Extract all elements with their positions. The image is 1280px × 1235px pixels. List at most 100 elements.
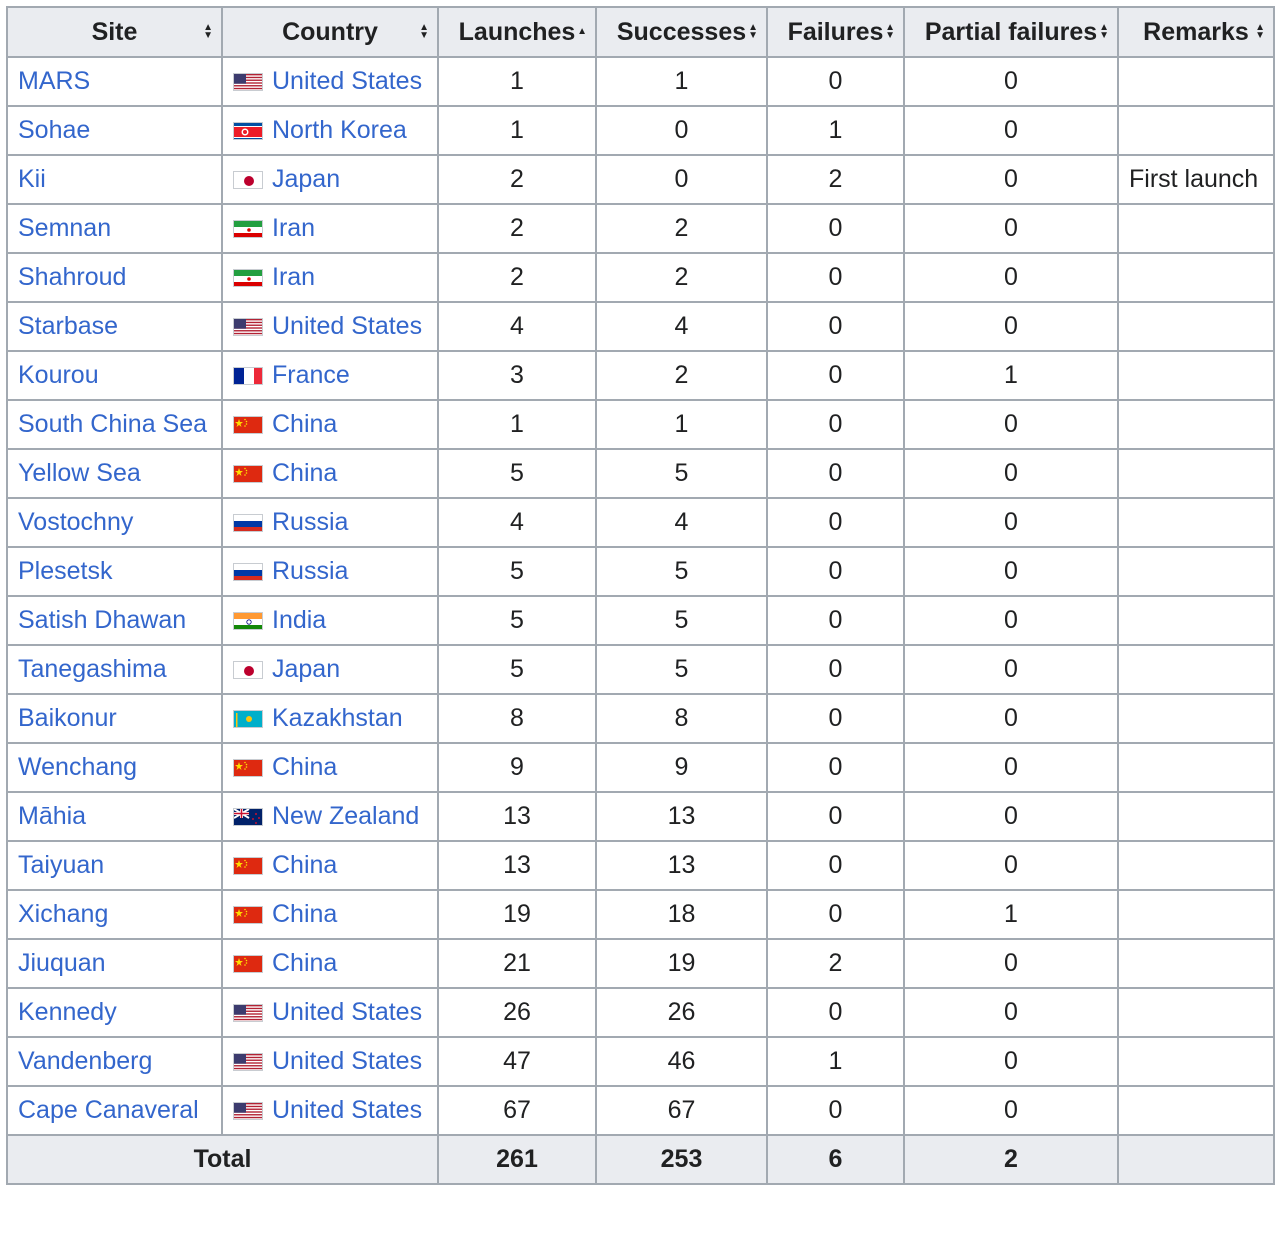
site-link[interactable]: Shahroud [18,263,126,291]
remarks-cell [1117,1036,1275,1087]
country-link[interactable]: North Korea [272,116,407,144]
country-link[interactable]: Russia [272,557,348,585]
country-link[interactable]: Japan [272,165,340,193]
partial-failures-cell: 0 [903,742,1119,793]
sort-icon[interactable]: ▲ ▼ [203,23,213,41]
site-link[interactable]: Baikonur [18,704,117,732]
site-link[interactable]: Xichang [18,900,108,928]
launches-cell: 1 [437,399,597,450]
site-link[interactable]: Kii [18,165,46,193]
successes-cell: 67 [595,1085,768,1136]
launches-cell: 1 [437,105,597,156]
successes-cell: 26 [595,987,768,1038]
country-link[interactable]: Japan [272,655,340,683]
column-header-partial-failures[interactable]: Partial failures ▲ ▼ [903,6,1119,58]
failures-cell: 0 [766,448,905,499]
sort-icon[interactable]: ▲ ▼ [748,23,758,41]
column-header-site[interactable]: Site ▲ ▼ [6,6,223,58]
partial-failures-cell: 1 [903,350,1119,401]
site-link[interactable]: Starbase [18,312,118,340]
successes-cell: 2 [595,252,768,303]
site-link[interactable]: Yellow Sea [18,459,141,487]
header-label: Launches [458,17,576,46]
remarks-cell [1117,938,1275,989]
site-link[interactable]: Māhia [18,802,86,830]
country-cell: United States [221,1085,439,1136]
launches-cell: 26 [437,987,597,1038]
country-link[interactable]: Russia [272,508,348,536]
country-link[interactable]: China [272,949,337,977]
table-row: Cape Canaveral United States 67 67 0 0 [6,1085,1275,1136]
country-link[interactable]: China [272,753,337,781]
country-cell: New Zealand [221,791,439,842]
header-label: Country [282,17,378,46]
table-row: Wenchang China 9 9 0 0 [6,742,1275,793]
site-link[interactable]: Sohae [18,116,90,144]
site-link[interactable]: Semnan [18,214,111,242]
site-cell: Starbase [6,301,223,352]
launches-cell: 1 [437,56,597,107]
site-link[interactable]: Kourou [18,361,99,389]
failures-cell: 0 [766,987,905,1038]
site-link[interactable]: Tanegashima [18,655,167,683]
site-link[interactable]: Wenchang [18,753,137,781]
sort-icon[interactable]: ▲ ▼ [1099,23,1109,41]
column-header-failures[interactable]: Failures ▲ ▼ [766,6,905,58]
sort-icon[interactable]: ▲ ▼ [885,23,895,41]
site-link[interactable]: Cape Canaveral [18,1096,199,1124]
country-cell: China [221,742,439,793]
ir-flag-icon [233,269,263,287]
site-link[interactable]: Jiuquan [18,949,106,977]
site-cell: MARS [6,56,223,107]
country-link[interactable]: China [272,900,337,928]
country-link[interactable]: Iran [272,263,315,291]
country-link[interactable]: Iran [272,214,315,242]
site-link[interactable]: South China Sea [18,410,207,438]
launches-cell: 47 [437,1036,597,1087]
site-cell: Tanegashima [6,644,223,695]
successes-cell: 4 [595,497,768,548]
partial-failures-cell: 1 [903,889,1119,940]
country-link[interactable]: United States [272,1096,422,1124]
sort-icon[interactable]: ▲ ▼ [1255,23,1265,41]
successes-cell: 1 [595,399,768,450]
country-link[interactable]: France [272,361,350,389]
sort-ascending-icon[interactable]: ▲ [577,27,587,37]
country-cell: Russia [221,546,439,597]
country-link[interactable]: New Zealand [272,802,419,830]
country-link[interactable]: United States [272,312,422,340]
country-link[interactable]: United States [272,998,422,1026]
site-link[interactable]: Vandenberg [18,1047,152,1075]
country-link[interactable]: India [272,606,326,634]
partial-failures-cell: 0 [903,399,1119,450]
site-link[interactable]: Plesetsk [18,557,112,585]
country-link[interactable]: China [272,410,337,438]
country-cell: Russia [221,497,439,548]
cn-flag-icon [233,416,263,434]
site-link[interactable]: Taiyuan [18,851,104,879]
country-link[interactable]: China [272,851,337,879]
partial-failures-cell: 0 [903,105,1119,156]
remarks-cell [1117,742,1275,793]
partial-failures-cell: 0 [903,1036,1119,1087]
jp-flag-icon [233,171,263,189]
site-link[interactable]: Vostochny [18,508,133,536]
site-link[interactable]: MARS [18,67,90,95]
table-row: Baikonur Kazakhstan 8 8 0 0 [6,693,1275,744]
country-link[interactable]: United States [272,67,422,95]
site-cell: Vandenberg [6,1036,223,1087]
country-link[interactable]: China [272,459,337,487]
country-link[interactable]: Kazakhstan [272,704,403,732]
site-link[interactable]: Satish Dhawan [18,606,186,634]
site-link[interactable]: Kennedy [18,998,117,1026]
column-header-country[interactable]: Country ▲ ▼ [221,6,439,58]
country-cell: China [221,840,439,891]
column-header-successes[interactable]: Successes ▲ ▼ [595,6,768,58]
sort-icon[interactable]: ▲ ▼ [419,23,429,41]
column-header-remarks[interactable]: Remarks ▲ ▼ [1117,6,1275,58]
country-link[interactable]: United States [272,1047,422,1075]
ru-flag-icon [233,563,263,581]
column-header-launches[interactable]: Launches ▲ [437,6,597,58]
country-cell: India [221,595,439,646]
successes-cell: 2 [595,350,768,401]
